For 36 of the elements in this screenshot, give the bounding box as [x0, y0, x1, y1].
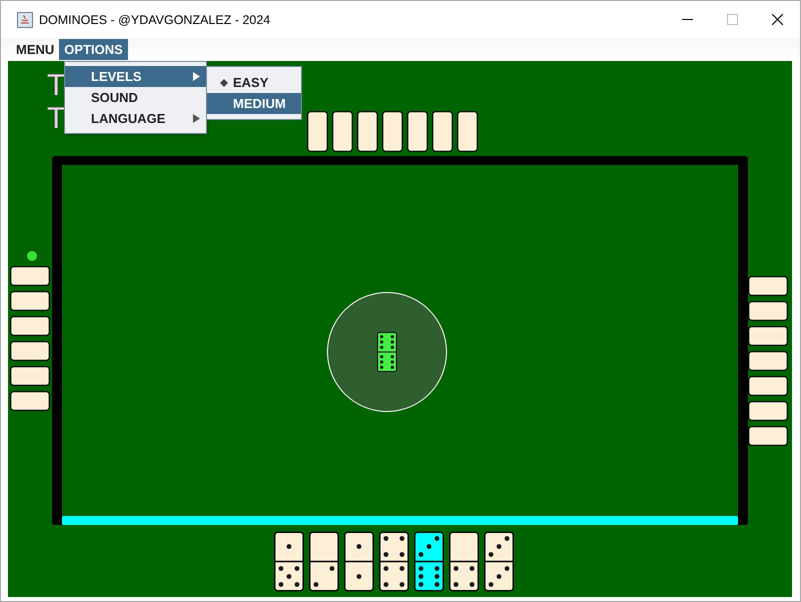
close-icon[interactable]: [772, 14, 783, 25]
domino-back: [10, 291, 50, 311]
window-title: DOMINOES - @YDAVGONZALEZ - 2024: [39, 12, 272, 26]
domino-tile[interactable]: [449, 531, 479, 592]
domino-back: [432, 111, 452, 152]
domino-tile[interactable]: [414, 531, 444, 592]
domino-back: [382, 111, 402, 152]
app-icon: [17, 12, 33, 28]
domino-tile[interactable]: [344, 531, 374, 592]
domino-back: [306, 111, 328, 152]
diamond-icon: [220, 78, 228, 86]
domino-back: [10, 316, 50, 336]
domino-back: [456, 111, 478, 152]
menu-item[interactable]: SOUND: [65, 87, 206, 108]
menu-item[interactable]: LANGUAGE: [65, 108, 206, 129]
domino-tile[interactable]: [377, 332, 397, 372]
submenu-arrow-icon: [193, 72, 200, 81]
submenu-arrow-icon: [193, 114, 200, 123]
menu-item[interactable]: OPTIONS: [59, 39, 128, 60]
domino-back: [10, 366, 50, 386]
domino-back: [356, 111, 378, 152]
domino-back: [10, 391, 50, 411]
domino-back: [332, 111, 352, 152]
domino-back: [10, 266, 50, 286]
domino-back: [10, 341, 50, 361]
domino-back: [406, 111, 428, 152]
radio-menu-item[interactable]: MEDIUM: [207, 93, 301, 114]
menu-item[interactable]: LEVELS: [65, 66, 206, 87]
menu-item[interactable]: MENU: [11, 39, 60, 60]
domino-tile[interactable]: [484, 531, 514, 592]
score-text: T: [47, 102, 66, 135]
score-text: T: [47, 69, 66, 102]
radio-menu-item[interactable]: EASY: [207, 72, 301, 93]
domino-tile[interactable]: [379, 531, 409, 592]
domino-tile[interactable]: [274, 531, 304, 592]
domino-tile[interactable]: [309, 531, 339, 592]
